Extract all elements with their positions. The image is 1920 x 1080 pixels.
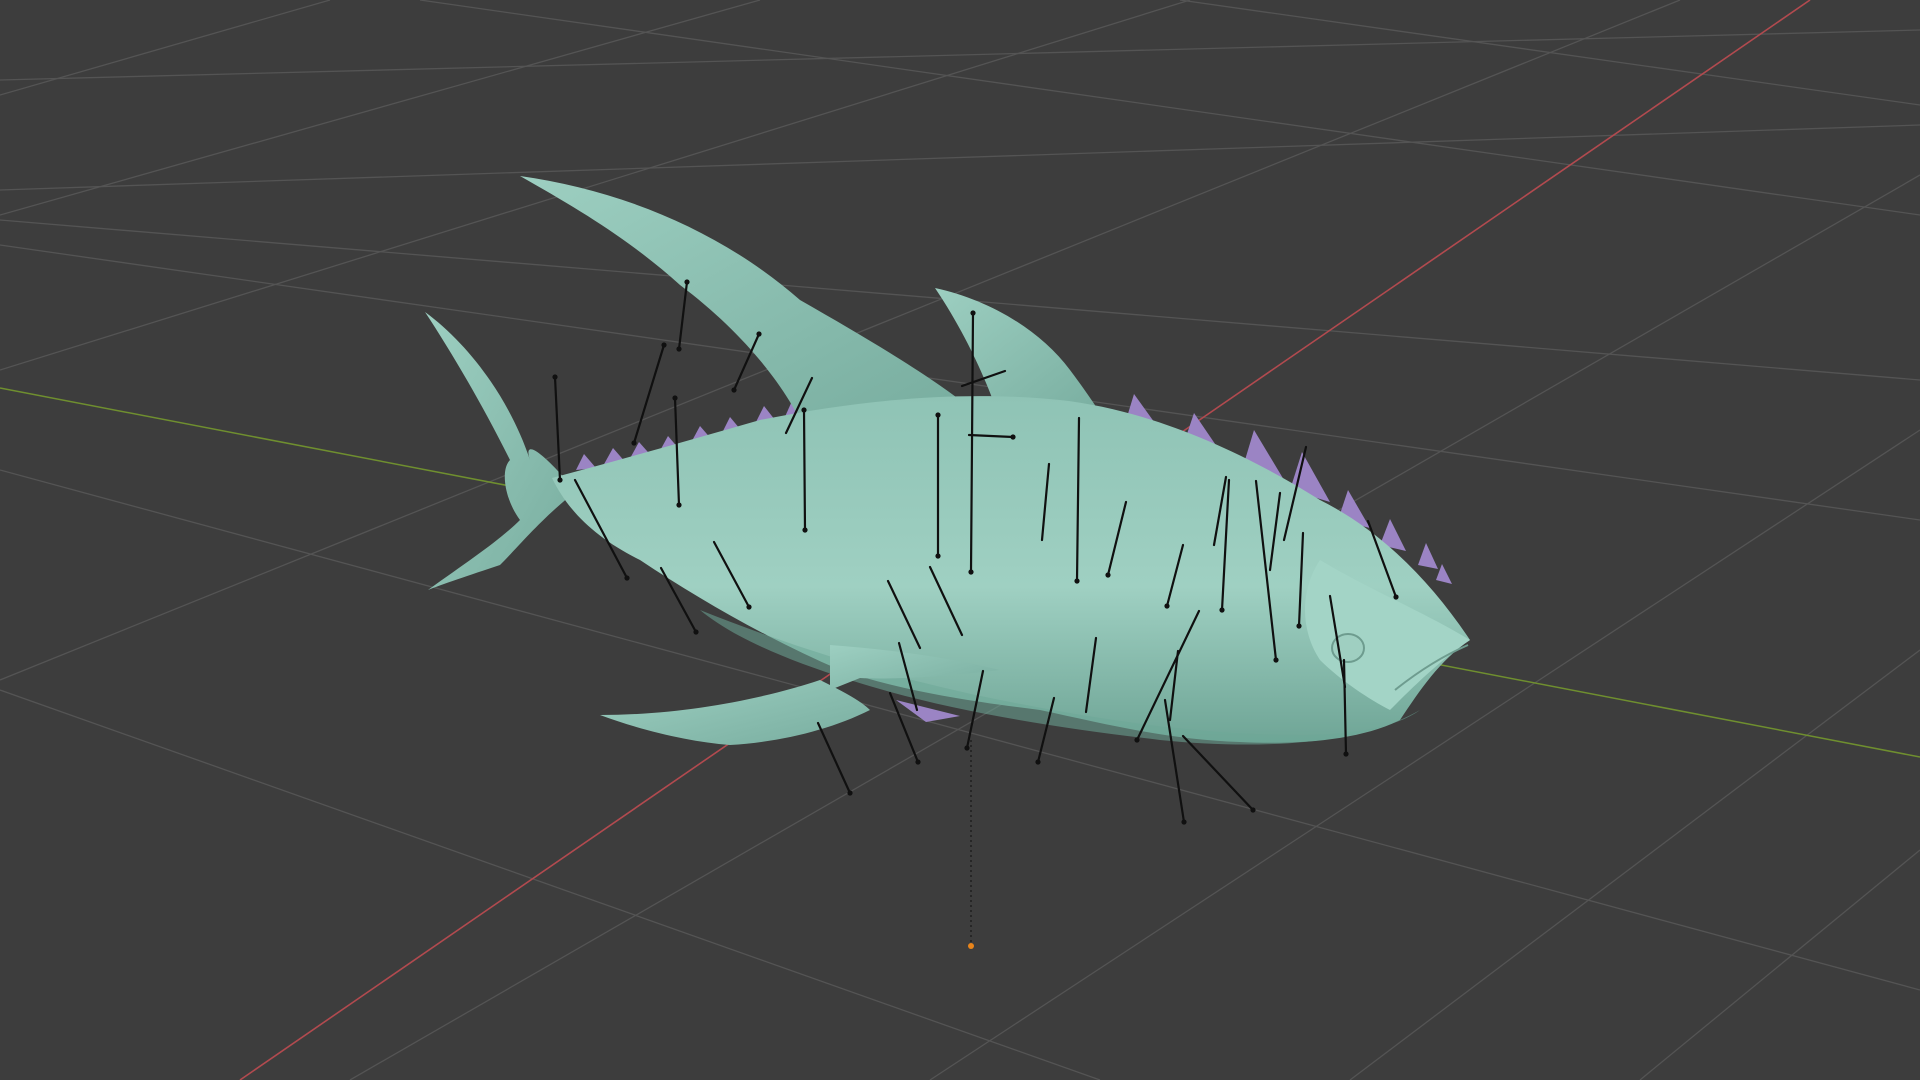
3d-viewport[interactable] (0, 0, 1920, 1080)
viewport-scene[interactable] (0, 0, 1920, 1080)
object-origin-icon[interactable] (968, 943, 974, 949)
